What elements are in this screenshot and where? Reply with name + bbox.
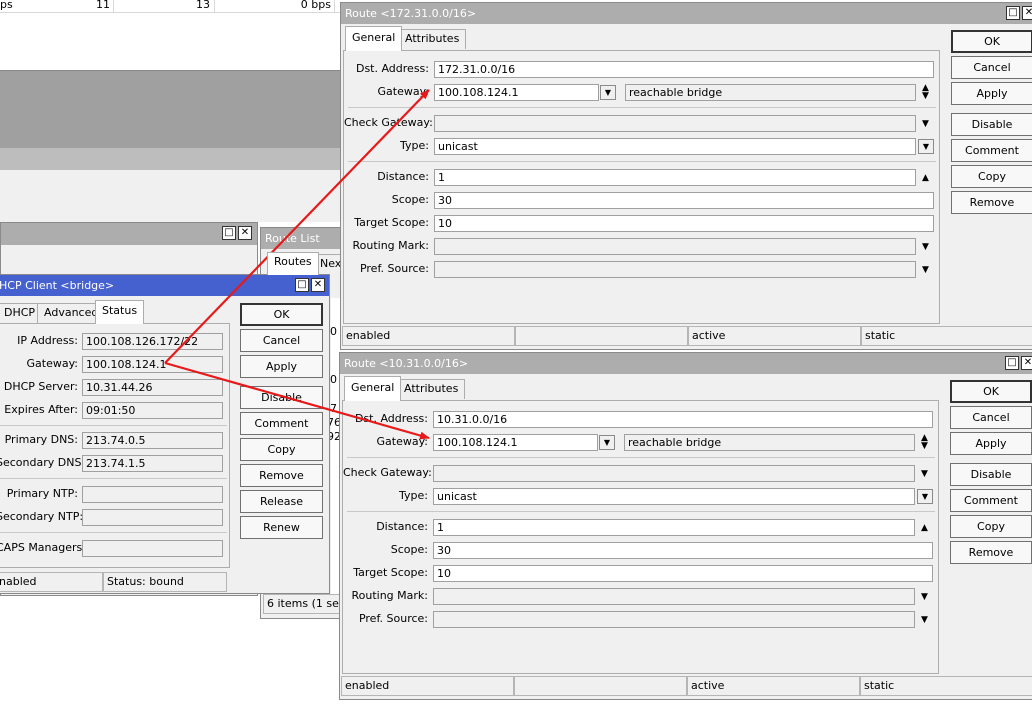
tab-status[interactable]: Status [95, 300, 145, 324]
tab-general[interactable]: General [345, 26, 403, 51]
annotation-arrow-up [164, 89, 430, 364]
tab-general[interactable]: General [344, 376, 402, 401]
tab-routes[interactable]: Routes [267, 252, 319, 275]
annotation-arrows [164, 89, 430, 440]
